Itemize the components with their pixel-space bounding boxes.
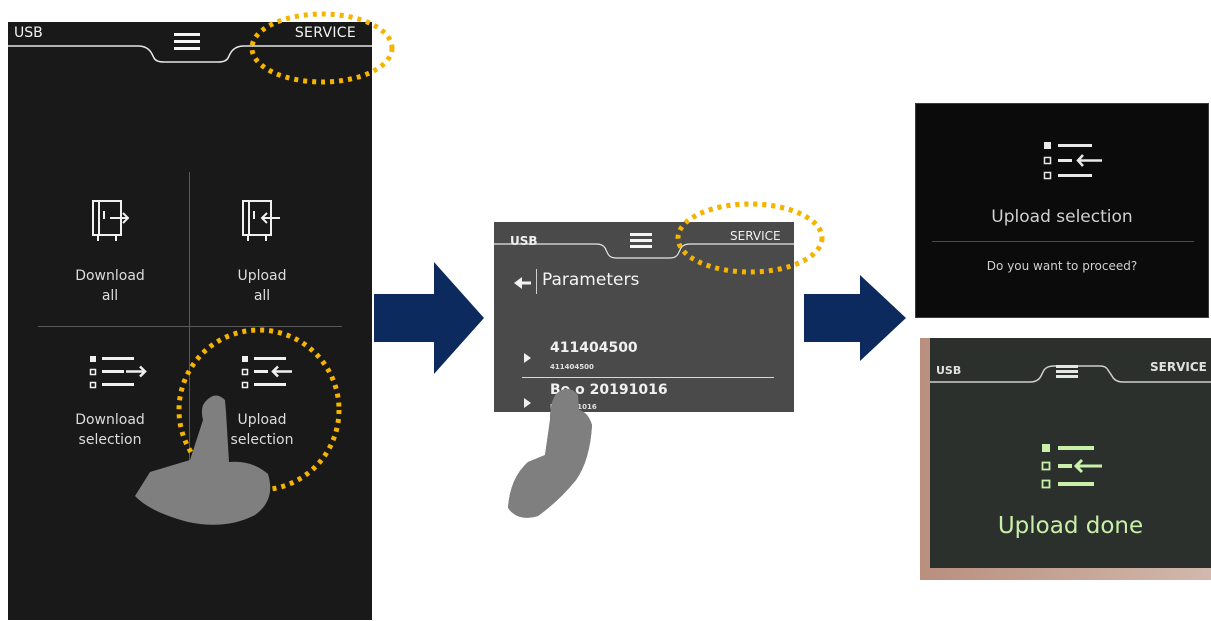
list-import-icon — [1040, 442, 1110, 496]
service-highlight-circle-2-top — [675, 201, 825, 275]
service-tab[interactable]: SERVICE — [1150, 360, 1207, 374]
list-import-icon — [1042, 140, 1112, 188]
upload-done-photo: USB SERVICE Upload done — [920, 338, 1211, 580]
menu-icon[interactable] — [1056, 364, 1078, 378]
dialog-divider — [932, 241, 1194, 242]
upload-selection-confirm-dialog: Upload selection Do you want to proceed? — [915, 103, 1209, 318]
upload-done-status: Upload done — [997, 513, 1144, 539]
dialog-question: Do you want to proceed? — [986, 259, 1138, 273]
usb-tab[interactable]: USB — [936, 364, 961, 377]
tapping-hand-icon-2-top — [508, 388, 592, 518]
dialog-title: Upload selection — [991, 207, 1133, 227]
